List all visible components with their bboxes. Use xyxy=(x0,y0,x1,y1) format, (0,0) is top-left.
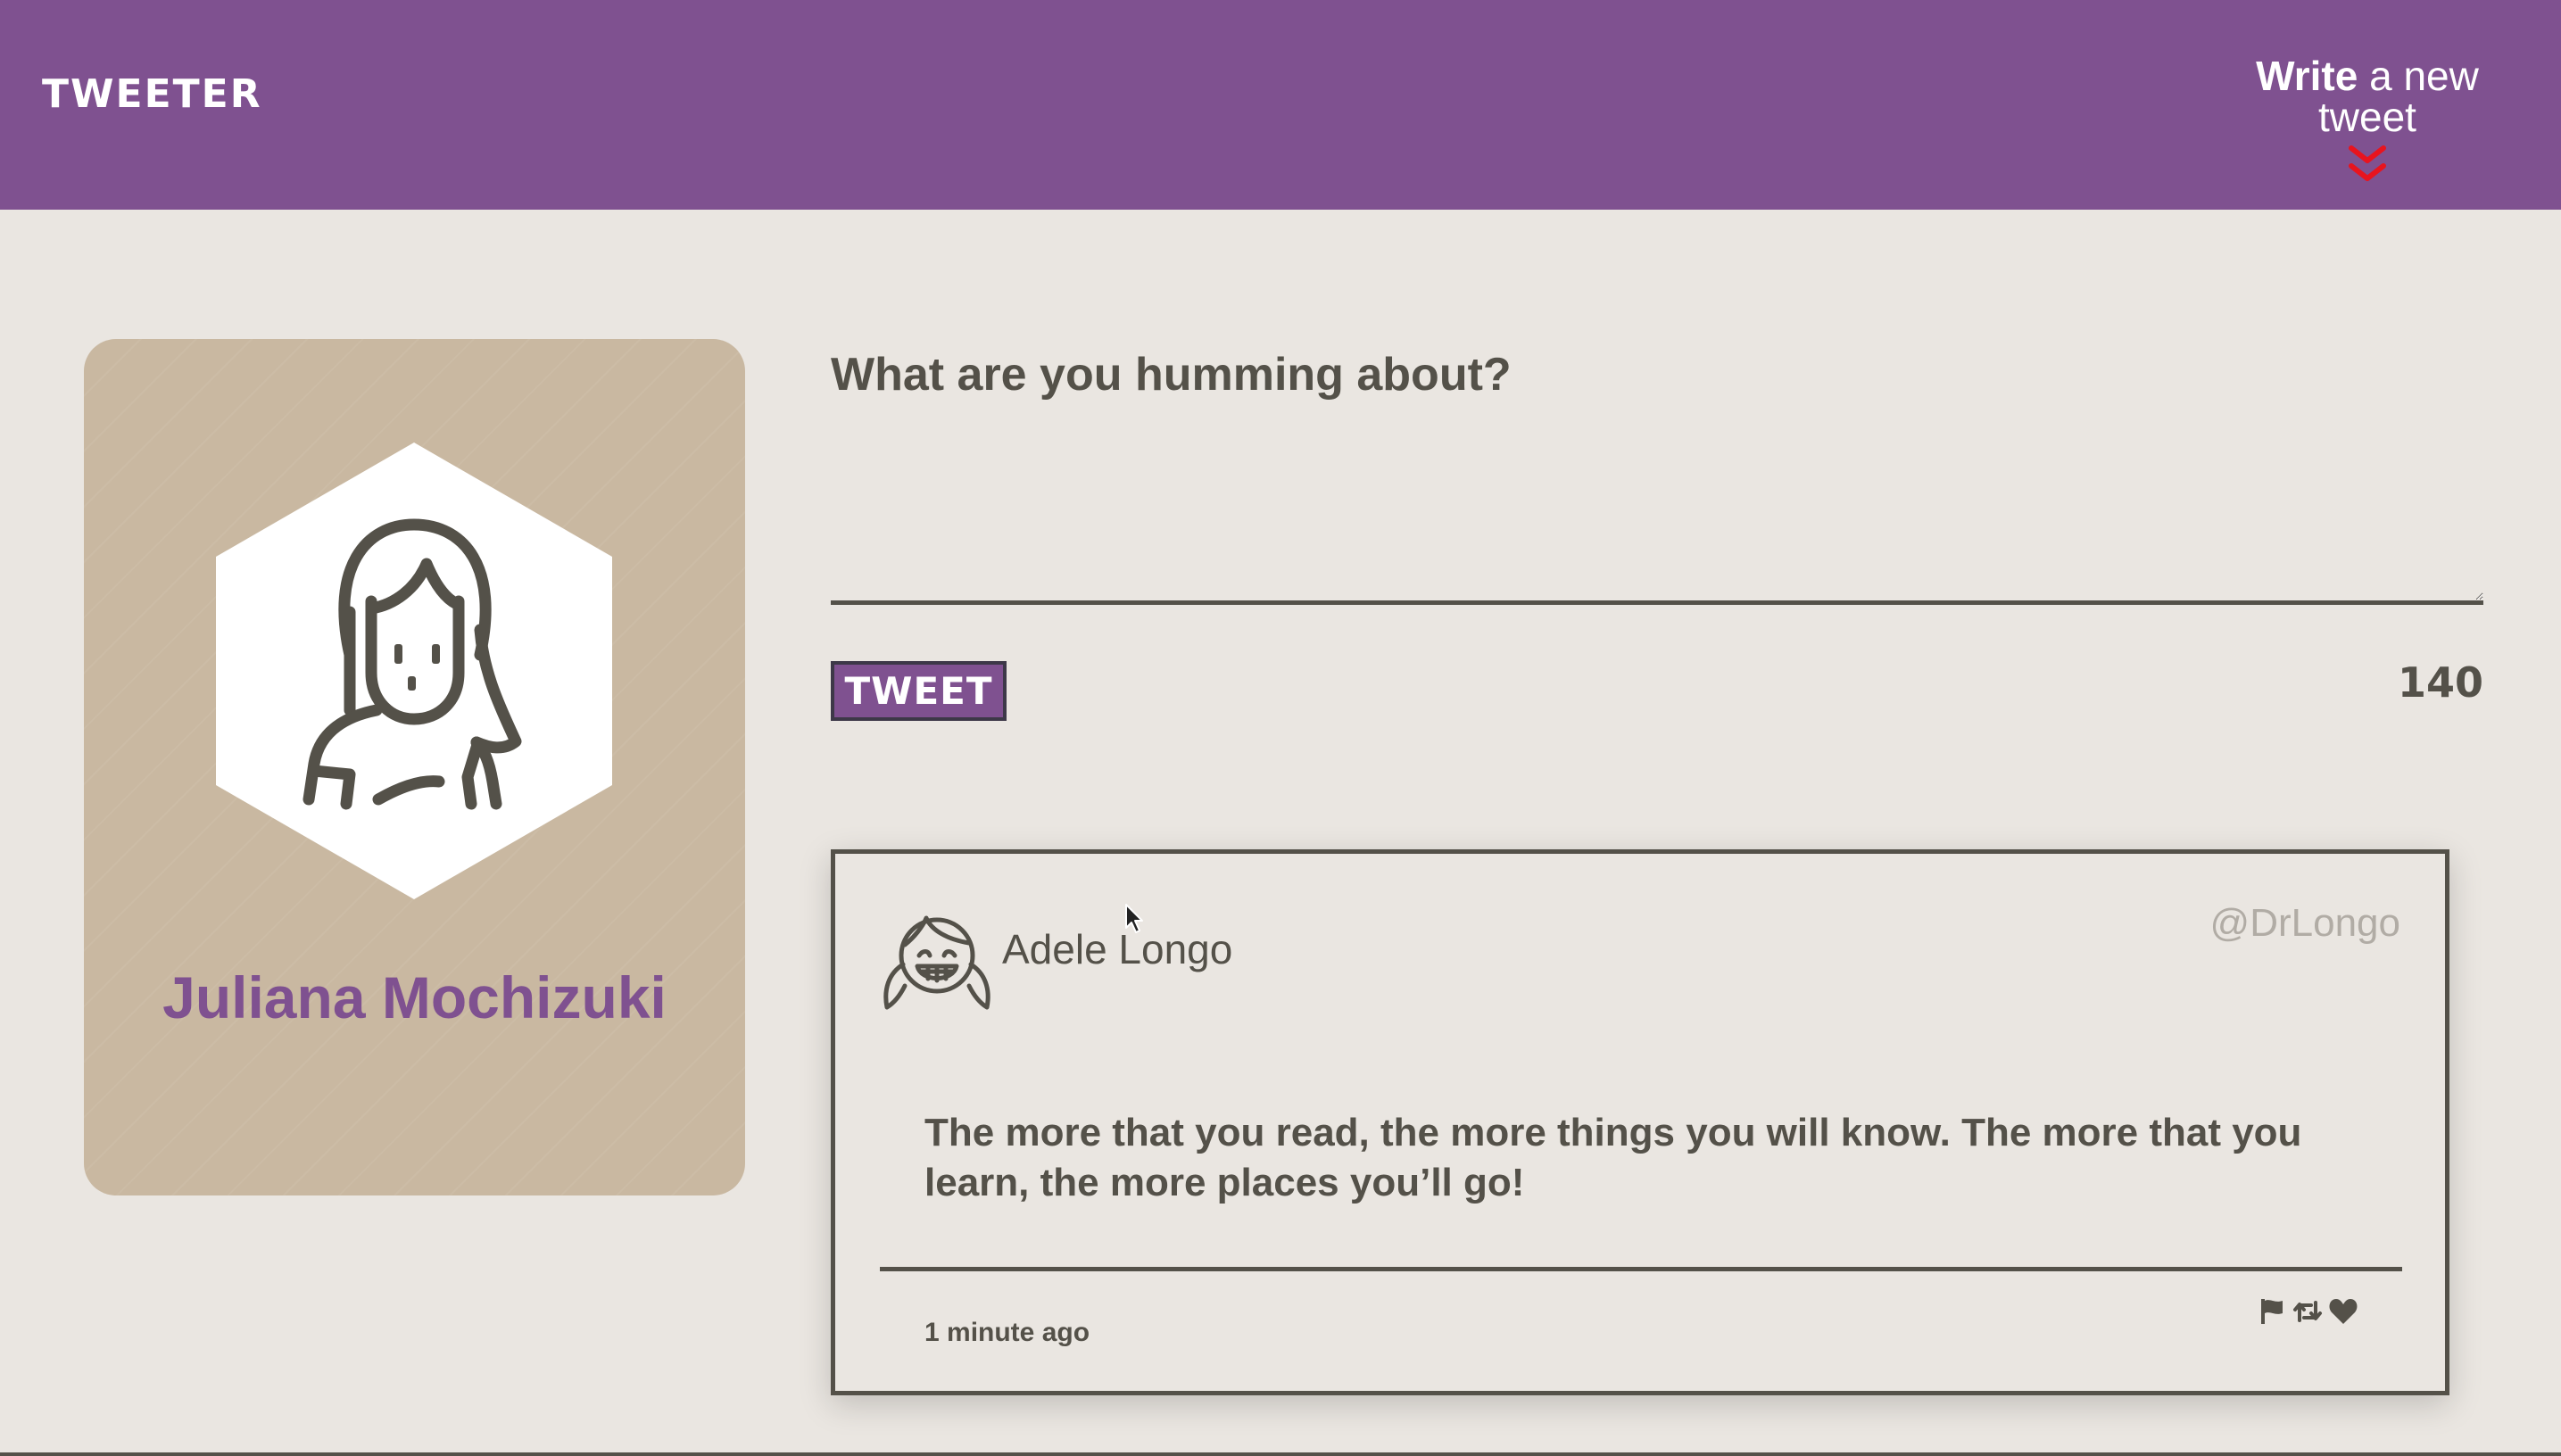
write-new-tweet-label-bold: Write xyxy=(2256,53,2358,99)
tweet-author-name: Adele Longo xyxy=(1002,926,1233,972)
tweet-author-handle: @DrLongo xyxy=(2209,901,2400,945)
double-chevron-down-icon xyxy=(2349,145,2386,181)
tweet-actions xyxy=(2256,1295,2359,1328)
profile-card: Juliana Mochizuki xyxy=(84,339,745,1195)
new-tweet-form: Tweet 140 xyxy=(831,339,2483,721)
tweet-textarea[interactable] xyxy=(831,339,2483,605)
profile-name: Juliana Mochizuki xyxy=(162,964,667,1030)
page-bottom-rule xyxy=(0,1452,2561,1456)
retweet-icon[interactable] xyxy=(2292,1295,2324,1328)
girl-avatar-icon xyxy=(883,915,990,1010)
woman-avatar-icon xyxy=(216,443,612,899)
tweet-content: The more that you read, the more things … xyxy=(924,1111,2302,1204)
char-counter: 140 xyxy=(2397,658,2483,707)
flag-icon[interactable] xyxy=(2256,1295,2288,1328)
tweet-submit-button[interactable]: Tweet xyxy=(831,661,1007,721)
tweet-timestamp: 1 minute ago xyxy=(924,1318,1090,1347)
heart-icon[interactable] xyxy=(2327,1295,2359,1328)
tweet-card: Adele Longo @DrLongo The more that you r… xyxy=(831,849,2449,1395)
tweet-divider xyxy=(880,1267,2402,1271)
write-new-tweet-toggle[interactable]: Write a new tweet xyxy=(2207,55,2528,184)
brand-logo[interactable]: Tweeter xyxy=(42,75,262,114)
top-nav: Tweeter Write a new tweet xyxy=(0,0,2561,210)
